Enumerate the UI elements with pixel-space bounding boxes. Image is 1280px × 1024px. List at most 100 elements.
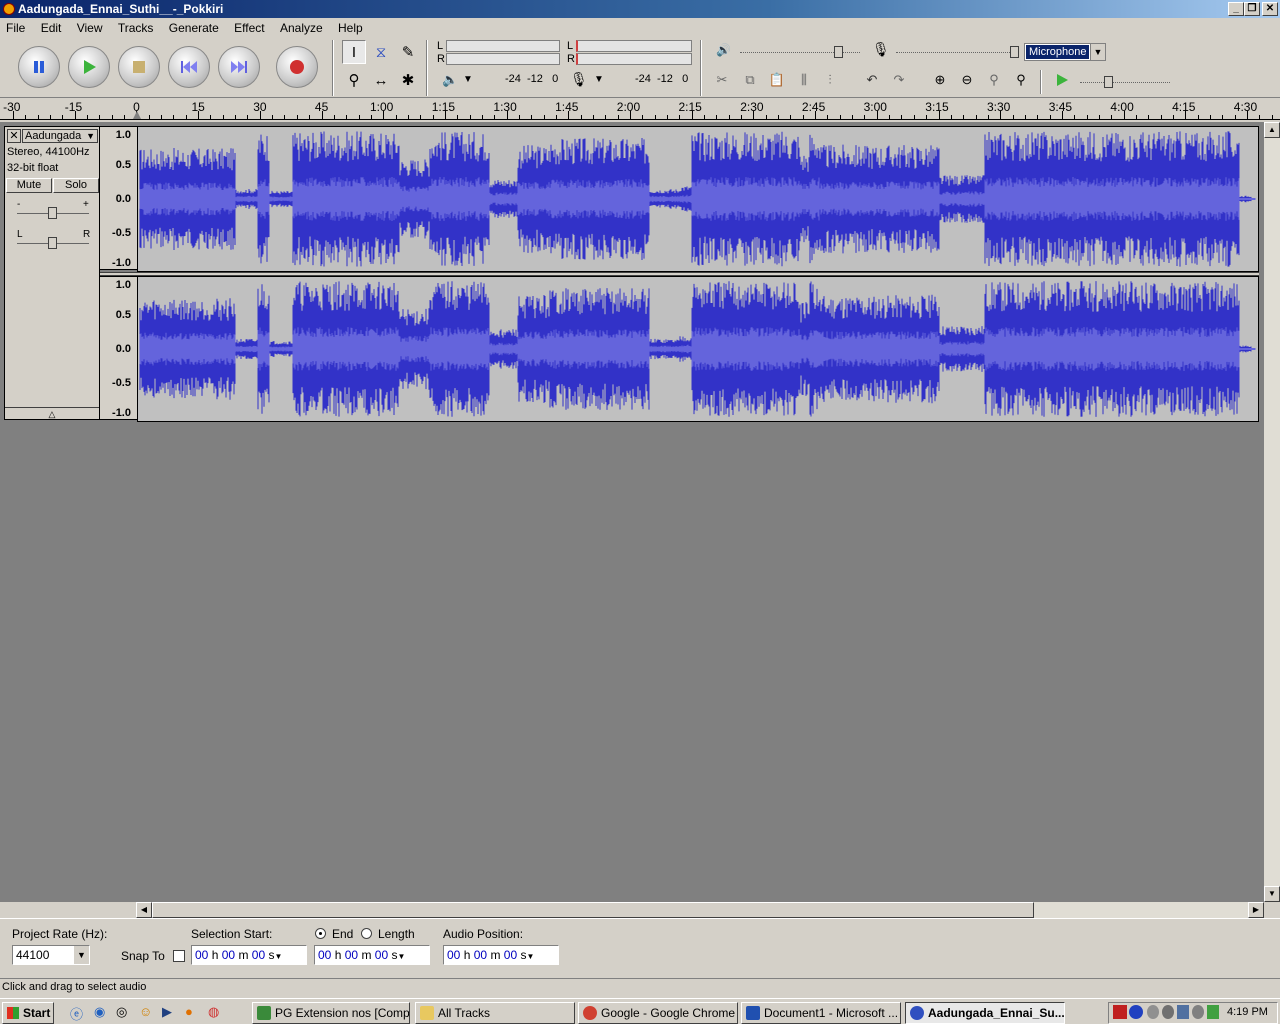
pause-button[interactable] — [18, 46, 60, 88]
scroll-down-icon[interactable]: ▼ — [1264, 886, 1280, 902]
menu-help[interactable]: Help — [332, 18, 369, 38]
time-hours: 00 — [195, 948, 209, 962]
fit-selection-button[interactable]: ⚲ — [982, 68, 1006, 92]
horizontal-scroll-thumb[interactable] — [152, 902, 1034, 918]
messenger-icon[interactable]: ☺ — [139, 1004, 152, 1019]
output-volume-thumb[interactable] — [834, 46, 843, 58]
browser-icon[interactable]: ● — [185, 1004, 193, 1019]
skip-start-button[interactable] — [168, 46, 210, 88]
scroll-right-icon[interactable]: ▶ — [1248, 902, 1264, 918]
stop-button[interactable] — [118, 46, 160, 88]
zoom-tool[interactable]: ⚲ — [342, 68, 366, 92]
multi-tool[interactable]: ✱ — [396, 68, 420, 92]
menu-edit[interactable]: Edit — [35, 18, 68, 38]
waveform-right-channel[interactable] — [137, 276, 1259, 422]
fit-project-button[interactable]: ⚲ — [1009, 68, 1033, 92]
playhead-marker-icon[interactable] — [133, 111, 141, 119]
collapse-track-button[interactable]: △ — [5, 407, 99, 420]
gain-thumb[interactable] — [48, 207, 57, 219]
volume-tray-icon[interactable] — [1147, 1005, 1159, 1019]
skip-end-button[interactable] — [218, 46, 260, 88]
ie-icon[interactable]: ⓔ — [70, 1004, 83, 1023]
media-player-icon[interactable]: ▶ — [162, 1004, 172, 1020]
track-close-button[interactable]: ✕ — [7, 129, 21, 143]
undo-button[interactable]: ↶ — [860, 68, 884, 92]
ruler-minor-tick — [1197, 115, 1199, 119]
menu-generate[interactable]: Generate — [163, 18, 225, 38]
paste-button[interactable]: 📋 — [765, 68, 789, 92]
play-at-speed-button[interactable] — [1050, 68, 1074, 92]
horizontal-scrollbar[interactable]: ◀ ▶ — [136, 902, 1264, 918]
chrome-icon[interactable]: ◍ — [208, 1004, 219, 1020]
zoom-out-button[interactable]: ⊖ — [955, 68, 979, 92]
scroll-left-icon[interactable]: ◀ — [136, 902, 152, 918]
input-volume-slider[interactable] — [896, 52, 1016, 53]
audio-position-time[interactable]: 00 h 00 m 00 s▼ — [443, 945, 559, 965]
mute-button[interactable]: Mute — [6, 178, 52, 193]
task-word-document[interactable]: Document1 - Microsoft ... — [741, 1002, 901, 1024]
menu-view[interactable]: View — [71, 18, 109, 38]
ruler-minor-tick — [481, 115, 483, 119]
menu-analyze[interactable]: Analyze — [274, 18, 329, 38]
redo-icon: ↷ — [893, 72, 905, 87]
draw-tool[interactable]: ✎ — [396, 40, 420, 64]
update-tray-icon[interactable] — [1192, 1005, 1204, 1019]
restore-button[interactable]: ❐ — [1244, 2, 1260, 16]
start-button[interactable]: Start — [2, 1002, 54, 1024]
close-button[interactable]: ✕ — [1262, 2, 1278, 16]
selection-end-time[interactable]: 00 h 00 m 00 s▼ — [314, 945, 430, 965]
firefox-icon[interactable]: ◉ — [94, 1004, 105, 1020]
input-source-select[interactable]: Microphone ▼ — [1024, 43, 1106, 61]
input-volume-thumb[interactable] — [1010, 46, 1019, 58]
output-meter-menu-icon[interactable]: ▼ — [463, 74, 473, 85]
safely-remove-tray-icon[interactable] — [1207, 1005, 1219, 1019]
menu-effect[interactable]: Effect — [228, 18, 270, 38]
task-all-tracks[interactable]: All Tracks — [415, 1002, 575, 1024]
ruler-minor-tick — [1160, 115, 1162, 119]
antivirus-tray-icon[interactable] — [1162, 1005, 1174, 1019]
solo-button[interactable]: Solo — [53, 178, 99, 193]
zoom-in-button[interactable]: ⊕ — [928, 68, 952, 92]
input-meter-menu-icon[interactable]: ▼ — [594, 74, 604, 85]
time-unit: m — [361, 948, 372, 962]
scroll-up-icon[interactable]: ▲ — [1264, 122, 1280, 138]
microphone-icon[interactable]: 🎙 — [570, 71, 588, 88]
pan-thumb[interactable] — [48, 237, 57, 249]
selection-tool[interactable]: I — [342, 40, 366, 64]
track-name-menu[interactable]: Aadungada ▼ — [22, 129, 98, 143]
speaker-icon[interactable]: 🔈 — [442, 72, 458, 88]
track-area[interactable]: ✕ Aadungada ▼ Stereo, 44100Hz 32-bit flo… — [0, 122, 1264, 902]
task-pg-extension[interactable]: PG Extension nos [Comp... — [252, 1002, 410, 1024]
vertical-scrollbar[interactable]: ▲ ▼ — [1264, 122, 1280, 902]
ruler-label: 2:45 — [801, 100, 826, 114]
play-speed-thumb[interactable] — [1104, 76, 1113, 88]
task-google-chrome[interactable]: Google - Google Chrome — [578, 1002, 738, 1024]
record-button[interactable] — [276, 46, 318, 88]
redo-button[interactable]: ↷ — [887, 68, 911, 92]
network-tray-icon[interactable] — [1129, 1005, 1143, 1019]
selection-start-time[interactable]: 00 h 00 m 00 s▼ — [191, 945, 307, 965]
envelope-tool[interactable]: ⧖ — [369, 40, 393, 64]
trim-button[interactable]: ⫼ — [792, 68, 816, 92]
waveform-left-channel[interactable] — [137, 126, 1259, 272]
timeshift-tool[interactable]: ↔ — [369, 68, 393, 92]
media-icon[interactable]: ◎ — [116, 1004, 127, 1020]
cut-button[interactable]: ✂ — [710, 68, 734, 92]
silence-button[interactable]: ⫶ — [818, 68, 842, 92]
snap-to-checkbox[interactable] — [173, 950, 185, 962]
end-radio[interactable] — [315, 928, 326, 939]
acrobat-tray-icon[interactable] — [1113, 1005, 1127, 1019]
task-audacity[interactable]: Aadungada_Ennai_Su... — [905, 1002, 1065, 1024]
minimize-button[interactable]: _ — [1228, 2, 1244, 16]
time-unit: h — [463, 948, 471, 962]
menu-file[interactable]: File — [0, 18, 31, 38]
monitor-tray-icon[interactable] — [1177, 1005, 1189, 1019]
play-speed-slider[interactable] — [1080, 82, 1170, 83]
copy-button[interactable]: ⧉ — [738, 68, 762, 92]
timeline-ruler[interactable]: -30 -15 0 15 30 45 1:00 1:15 1:30 1:45 2:00 2:15 2:3… — [0, 98, 1280, 120]
length-radio[interactable] — [361, 928, 372, 939]
menu-tracks[interactable]: Tracks — [112, 18, 160, 38]
play-button[interactable] — [68, 46, 110, 88]
project-rate-combo[interactable]: 44100 ▼ — [12, 945, 90, 965]
undo-icon: ↶ — [866, 72, 878, 87]
